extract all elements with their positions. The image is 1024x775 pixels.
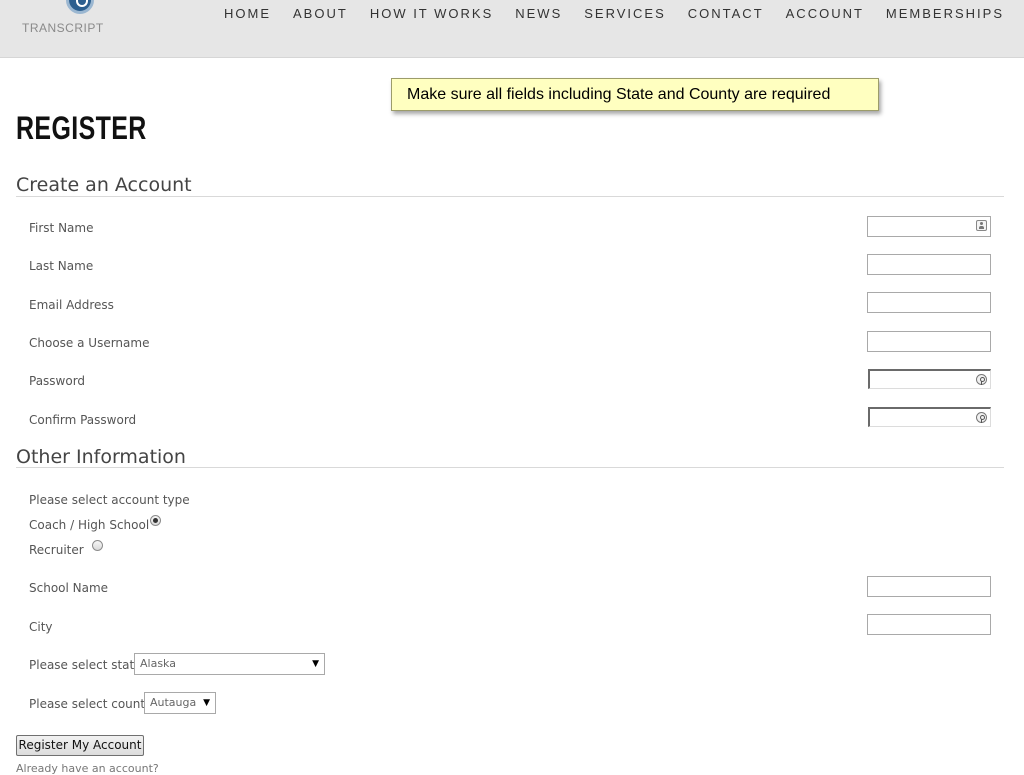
email-field[interactable] [867, 292, 991, 313]
nav-news[interactable]: NEWS [504, 6, 573, 22]
register-account-button[interactable]: Register My Account [16, 735, 144, 756]
state-select-value: Alaska [140, 657, 176, 670]
dropdown-arrow-icon: ▼ [312, 659, 319, 669]
nav-account[interactable]: ACCOUNT [775, 6, 875, 22]
nav-services[interactable]: SERVICES [573, 6, 677, 22]
password-key-icon[interactable] [976, 374, 987, 385]
site-header: TRANSCRIPT HOME ABOUT HOW IT WORKS NEWS … [0, 0, 1024, 58]
first-name-label: First Name [29, 221, 94, 235]
email-label: Email Address [29, 298, 114, 312]
county-select-value: Autauga [150, 696, 197, 709]
last-name-label: Last Name [29, 259, 94, 273]
city-field[interactable] [867, 614, 991, 635]
section-title-create-account: Create an Account [16, 174, 192, 196]
username-label: Choose a Username [29, 336, 150, 350]
nav-contact[interactable]: CONTACT [677, 6, 775, 22]
confirm-password-field[interactable] [868, 407, 991, 427]
required-fields-notice: Make sure all fields including State and… [391, 78, 879, 111]
account-type-coach-label[interactable]: Coach / High School [29, 518, 149, 532]
account-type-prompt: Please select account type [29, 493, 190, 507]
account-type-recruiter-label[interactable]: Recruiter [29, 543, 84, 557]
page-title: REGISTER [16, 110, 147, 146]
nav-how-it-works[interactable]: HOW IT WORKS [359, 6, 504, 22]
dropdown-arrow-icon: ▼ [203, 698, 210, 708]
nav-home[interactable]: HOME [213, 6, 282, 22]
existing-account-text: Already have an account? [16, 762, 159, 775]
section-divider [16, 467, 1004, 468]
main-nav: HOME ABOUT HOW IT WORKS NEWS SERVICES CO… [213, 6, 1004, 22]
last-name-field[interactable] [867, 254, 991, 275]
site-logo[interactable]: TRANSCRIPT [22, 0, 103, 40]
school-name-label: School Name [29, 581, 109, 595]
state-label: Please select state [29, 658, 142, 672]
state-select[interactable]: Alaska ▼ [134, 653, 325, 675]
nav-memberships[interactable]: MEMBERSHIPS [875, 6, 1004, 22]
contact-card-icon[interactable] [976, 220, 987, 231]
section-divider [16, 196, 1004, 197]
school-name-field[interactable] [867, 576, 991, 597]
nav-about[interactable]: ABOUT [282, 6, 359, 22]
password-label: Password [29, 374, 86, 388]
city-label: City [29, 620, 53, 634]
account-type-coach-radio[interactable] [150, 515, 161, 526]
username-field[interactable] [867, 331, 991, 352]
password-field[interactable] [868, 369, 991, 389]
account-type-recruiter-radio[interactable] [92, 540, 103, 551]
logo-mark-icon [66, 0, 94, 14]
password-key-icon[interactable] [976, 412, 987, 423]
county-label: Please select county [29, 697, 153, 711]
confirm-password-label: Confirm Password [29, 413, 137, 427]
first-name-field[interactable] [867, 216, 991, 237]
section-title-other-information: Other Information [16, 446, 186, 468]
logo-text: TRANSCRIPT [22, 21, 104, 35]
county-select[interactable]: Autauga ▼ [144, 692, 216, 714]
